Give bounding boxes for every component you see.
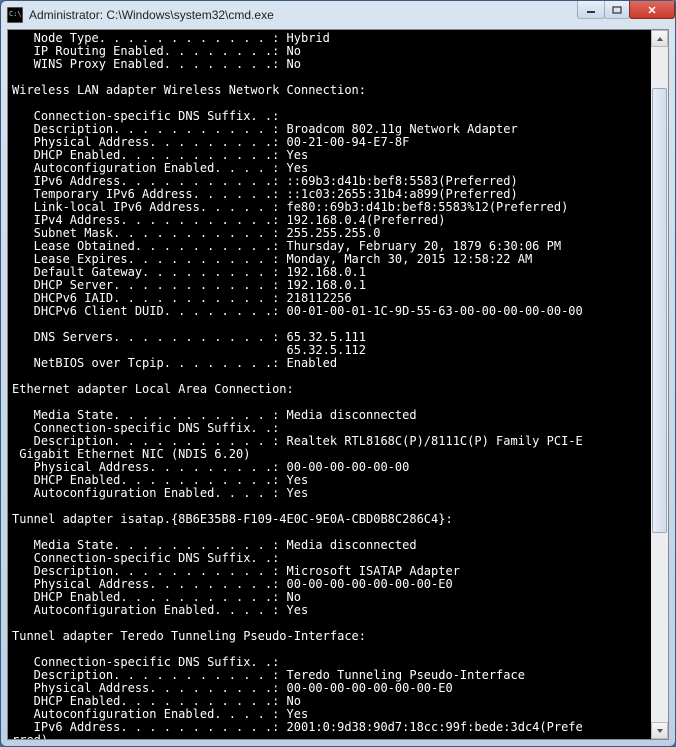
scroll-track[interactable] [651, 47, 668, 722]
window-controls [578, 1, 675, 19]
scroll-thumb[interactable] [652, 88, 667, 534]
console-output: Node Type. . . . . . . . . . . . : Hybri… [8, 30, 651, 739]
maximize-button[interactable] [604, 1, 630, 19]
minimize-button[interactable] [577, 1, 605, 19]
window-title: Administrator: C:\Windows\system32\cmd.e… [29, 8, 669, 22]
cmd-icon: C:\ [7, 7, 23, 23]
titlebar[interactable]: C:\ Administrator: C:\Windows\system32\c… [1, 1, 675, 29]
scroll-down-button[interactable] [651, 722, 668, 739]
scroll-up-button[interactable] [651, 30, 668, 47]
vertical-scrollbar[interactable] [651, 30, 668, 739]
client-area: Node Type. . . . . . . . . . . . : Hybri… [7, 29, 669, 740]
cmd-window: C:\ Administrator: C:\Windows\system32\c… [0, 0, 676, 747]
svg-text:C:\: C:\ [9, 10, 22, 18]
close-button[interactable] [629, 1, 675, 19]
